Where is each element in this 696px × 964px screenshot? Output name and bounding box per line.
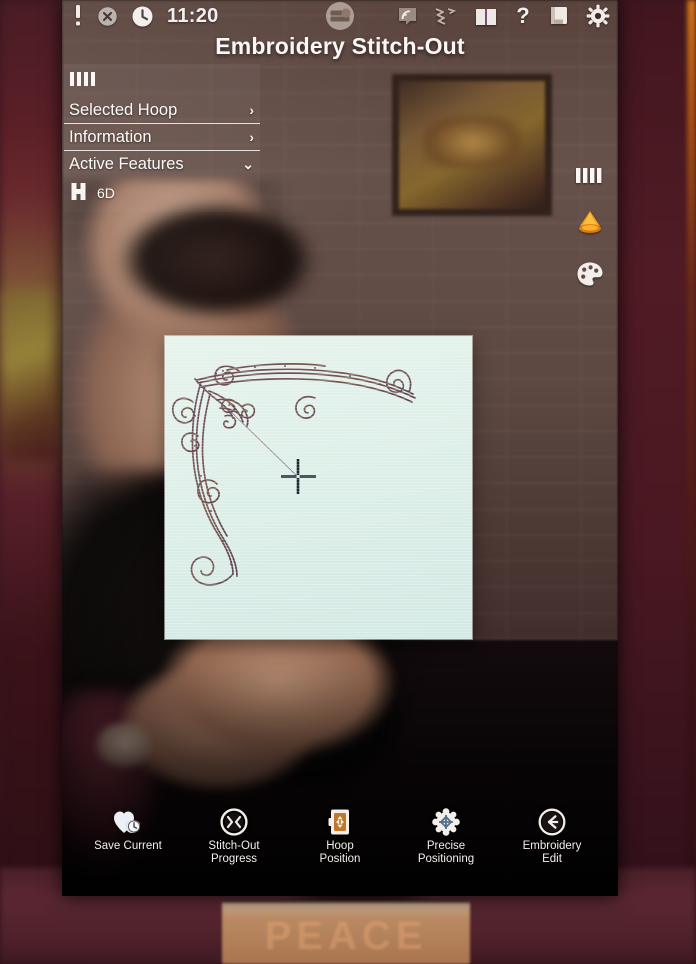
heart-clock-icon <box>113 808 143 836</box>
photo-scene: PEACE 11:20 ? Embroidery Stitch-Out Sele… <box>0 0 696 964</box>
toolbar-item-precise-positioning[interactable]: Precise Positioning <box>400 808 492 865</box>
status-bar: 11:20 ? <box>62 0 618 32</box>
active-feature-6d[interactable]: 6D <box>64 178 260 204</box>
toolbar-item-label: Save Current <box>94 840 162 852</box>
thread-path-icon[interactable] <box>434 6 458 27</box>
menu-item-label: Selected Hoop <box>69 100 178 119</box>
wifi-signal-icon[interactable] <box>397 6 418 27</box>
bottom-toolbar: Save Current Stitch-Out Progress Hoop Po… <box>62 808 618 880</box>
color-palette-icon[interactable] <box>576 261 604 287</box>
bars-icon[interactable] <box>64 68 260 97</box>
user-guide-book-icon[interactable] <box>474 6 498 27</box>
status-bar-right-group: ? <box>397 0 610 32</box>
right-icon-rail <box>568 168 612 287</box>
chevron-right-icon: › <box>249 129 254 145</box>
menu-item-information[interactable]: Information › <box>64 124 260 151</box>
plaque-text: PEACE <box>264 914 428 958</box>
active-feature-label: 6D <box>97 185 115 201</box>
embroidery-design <box>172 363 416 586</box>
ambient-right-light-edge <box>687 0 696 964</box>
menu-item-active-features[interactable]: Active Features ⌄ <box>64 151 260 178</box>
six-d-icon <box>70 182 87 204</box>
ambient-left-picture <box>2 290 54 460</box>
page-title: Embroidery Stitch-Out <box>215 33 465 59</box>
thread-cone-icon[interactable] <box>574 209 606 235</box>
menu-item-label: Information <box>69 127 152 146</box>
chevron-down-icon: ⌄ <box>242 156 254 172</box>
toolbar-item-stitch-out-progress[interactable]: Stitch-Out Progress <box>188 808 280 865</box>
sewing-machine-icon[interactable] <box>325 1 355 31</box>
toolbar-item-label: Stitch-Out Progress <box>208 840 260 865</box>
menu-item-selected-hoop[interactable]: Selected Hoop › <box>64 97 260 124</box>
chevron-right-icon: › <box>249 102 254 118</box>
back-arrow-icon <box>538 808 566 836</box>
settings-gear-icon[interactable] <box>586 4 610 28</box>
toolbar-item-label: Embroidery Edit <box>522 840 582 865</box>
decor-plaque: PEACE <box>222 900 470 964</box>
ui-layer: 11:20 ? Embroidery Stitch-Out Selected H… <box>62 0 618 896</box>
stitch-progress-icon <box>220 808 248 836</box>
toolbar-item-label: Hoop Position <box>319 840 361 865</box>
stitch-bars-icon[interactable] <box>575 168 605 183</box>
quick-help-icon[interactable] <box>548 5 570 27</box>
help-question-icon[interactable]: ? <box>514 4 532 28</box>
machine-touchscreen[interactable]: 11:20 ? Embroidery Stitch-Out Selected H… <box>62 0 618 896</box>
menu-item-label: Active Features <box>69 155 184 173</box>
design-canvas[interactable] <box>165 336 472 639</box>
toolbar-item-hoop-position[interactable]: Hoop Position <box>294 808 386 865</box>
toolbar-item-save-current[interactable]: Save Current <box>82 808 174 853</box>
hoop-position-icon <box>328 808 352 836</box>
toolbar-item-embroidery-edit[interactable]: Embroidery Edit <box>506 808 598 865</box>
toolbar-item-label: Precise Positioning <box>417 840 475 865</box>
left-menu-panel: Selected Hoop › Information › Active Fea… <box>64 64 260 212</box>
precise-positioning-icon <box>432 808 460 836</box>
svg-text:?: ? <box>516 4 529 28</box>
